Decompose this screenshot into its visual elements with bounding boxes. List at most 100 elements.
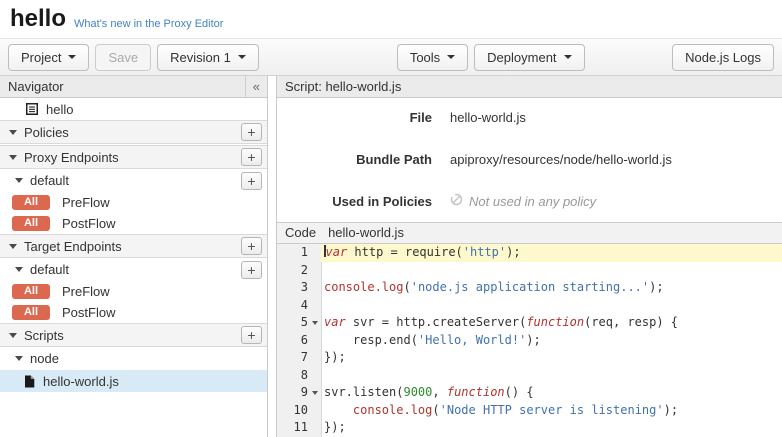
- code-line-3[interactable]: 3console.log('node.js application starti…: [277, 279, 782, 297]
- tree-folder-default[interactable]: default +: [0, 169, 267, 192]
- tools-menu-button[interactable]: Tools: [397, 44, 468, 71]
- fold-arrow-icon[interactable]: [312, 391, 318, 395]
- code-line-text[interactable]: var svr = http.createServer(function(req…: [321, 314, 782, 332]
- navigator-title: Navigator: [8, 79, 64, 94]
- detail-value-used-in-policies: Not used in any policy: [450, 193, 596, 209]
- expand-triangle-icon[interactable]: [9, 244, 17, 249]
- panel-splitter[interactable]: [268, 76, 276, 437]
- code-editor[interactable]: 1var http = require('http');23console.lo…: [277, 244, 782, 437]
- tree-section-proxy-endpoints[interactable]: Proxy Endpoints+: [0, 145, 267, 169]
- line-number[interactable]: 6: [277, 332, 321, 350]
- line-number[interactable]: 2: [277, 262, 321, 280]
- nodejs-logs-button[interactable]: Node.js Logs: [672, 44, 774, 71]
- code-line-4[interactable]: 4: [277, 297, 782, 315]
- code-line-text[interactable]: resp.end('Hello, World!');: [321, 332, 782, 350]
- deployment-menu-label: Deployment: [487, 50, 556, 65]
- project-menu-button[interactable]: Project: [8, 44, 89, 71]
- tree-item-label: PostFlow: [62, 216, 115, 231]
- add-default-button[interactable]: +: [241, 172, 262, 190]
- code-token: ,: [432, 385, 446, 399]
- add-default-button[interactable]: +: [241, 261, 262, 279]
- tree-item-label: node: [30, 351, 59, 366]
- code-line-10[interactable]: 10 console.log('Node HTTP server is list…: [277, 402, 782, 420]
- code-line-7[interactable]: 7});: [277, 349, 782, 367]
- expand-triangle-icon[interactable]: [15, 178, 23, 183]
- tree-file-hello-world-js[interactable]: hello-world.js: [0, 370, 267, 392]
- detail-value-file: hello-world.js: [450, 110, 526, 125]
- add-scripts-button[interactable]: +: [241, 326, 262, 344]
- expand-triangle-icon[interactable]: [9, 333, 17, 338]
- save-button[interactable]: Save: [95, 44, 151, 71]
- add-proxy-endpoints-button[interactable]: +: [241, 148, 262, 166]
- tree-item-label: hello: [46, 102, 73, 117]
- tree-flow-preflow[interactable]: AllPreFlow: [0, 281, 267, 302]
- save-button-label: Save: [108, 50, 138, 65]
- tree-item-label: default: [30, 262, 69, 277]
- code-tabbar: Code hello-world.js: [277, 222, 782, 244]
- tree-flow-postflow[interactable]: AllPostFlow: [0, 213, 267, 234]
- add-target-endpoints-button[interactable]: +: [241, 237, 262, 255]
- expand-triangle-icon[interactable]: [9, 155, 17, 160]
- tree-item-label: hello-world.js: [43, 374, 119, 389]
- tools-menu-label: Tools: [410, 50, 440, 65]
- code-line-text[interactable]: [321, 297, 782, 315]
- tree-item-label: Policies: [24, 125, 69, 140]
- code-line-text[interactable]: console.log('Node HTTP server is listeni…: [321, 402, 782, 420]
- code-token: svr = http.createServer(: [346, 315, 527, 329]
- tree-section-scripts[interactable]: Scripts+: [0, 323, 267, 347]
- line-number[interactable]: 1: [277, 244, 321, 262]
- code-line-text[interactable]: });: [321, 419, 782, 437]
- code-line-text[interactable]: console.log('node.js application startin…: [321, 279, 782, 297]
- line-number[interactable]: 10: [277, 402, 321, 420]
- code-line-1[interactable]: 1var http = require('http');: [277, 244, 782, 262]
- collapse-sidebar-button[interactable]: «: [245, 76, 267, 97]
- code-line-5[interactable]: 5var svr = http.createServer(function(re…: [277, 314, 782, 332]
- code-token: resp.end(: [324, 333, 418, 347]
- code-line-8[interactable]: 8: [277, 367, 782, 385]
- tree-section-target-endpoints[interactable]: Target Endpoints +: [0, 234, 267, 258]
- tree-item-hello[interactable]: hello: [0, 98, 267, 120]
- code-line-11[interactable]: 11});: [277, 419, 782, 437]
- line-number[interactable]: 4: [277, 297, 321, 315]
- code-line-text[interactable]: [321, 367, 782, 385]
- line-number[interactable]: 3: [277, 279, 321, 297]
- detail-row-file: Filehello-world.js: [277, 108, 782, 126]
- line-number[interactable]: 8: [277, 367, 321, 385]
- deployment-menu-button[interactable]: Deployment: [474, 44, 584, 71]
- expand-triangle-icon[interactable]: [15, 267, 23, 272]
- expand-triangle-icon[interactable]: [9, 130, 17, 135]
- fold-arrow-icon[interactable]: [312, 321, 318, 325]
- revision-menu-label: Revision 1: [170, 50, 231, 65]
- code-token: svr.listen(: [324, 385, 403, 399]
- code-token: (req, resp) {: [584, 315, 678, 329]
- code-line-text[interactable]: });: [321, 349, 782, 367]
- line-number[interactable]: 7: [277, 349, 321, 367]
- script-panel-title: Script: hello-world.js: [277, 76, 782, 98]
- code-line-text[interactable]: var http = require('http');: [321, 244, 782, 262]
- code-token: 'Hello, World!': [418, 333, 526, 347]
- detail-label-bundle-path: Bundle Path: [277, 152, 432, 167]
- whats-new-link[interactable]: What's new in the Proxy Editor: [74, 18, 223, 30]
- expand-triangle-icon[interactable]: [15, 356, 23, 361]
- tree-section-policies[interactable]: Policies +: [0, 120, 267, 144]
- tree-flow-preflow[interactable]: AllPreFlow: [0, 192, 267, 213]
- tree-item-label: default: [30, 173, 69, 188]
- code-line-6[interactable]: 6 resp.end('Hello, World!');: [277, 332, 782, 350]
- code-tab-label: Code: [285, 223, 316, 243]
- line-number[interactable]: 11: [277, 419, 321, 437]
- tree-folder-default[interactable]: default +: [0, 258, 267, 281]
- code-token: 9000: [403, 385, 432, 399]
- code-line-2[interactable]: 2: [277, 262, 782, 280]
- code-line-9[interactable]: 9svr.listen(9000, function() {: [277, 384, 782, 402]
- tree-folder-node[interactable]: node: [0, 347, 267, 370]
- code-line-text[interactable]: svr.listen(9000, function() {: [321, 384, 782, 402]
- add-policies-button[interactable]: +: [241, 123, 262, 141]
- code-line-text[interactable]: [321, 262, 782, 280]
- navigator-header: Navigator «: [0, 76, 267, 98]
- revision-menu-button[interactable]: Revision 1: [157, 44, 259, 71]
- tree-item-label: Target Endpoints: [24, 239, 122, 254]
- line-number[interactable]: 9: [277, 384, 321, 402]
- code-token: http = require(: [347, 245, 463, 259]
- tree-flow-postflow[interactable]: AllPostFlow: [0, 302, 267, 323]
- line-number[interactable]: 5: [277, 314, 321, 332]
